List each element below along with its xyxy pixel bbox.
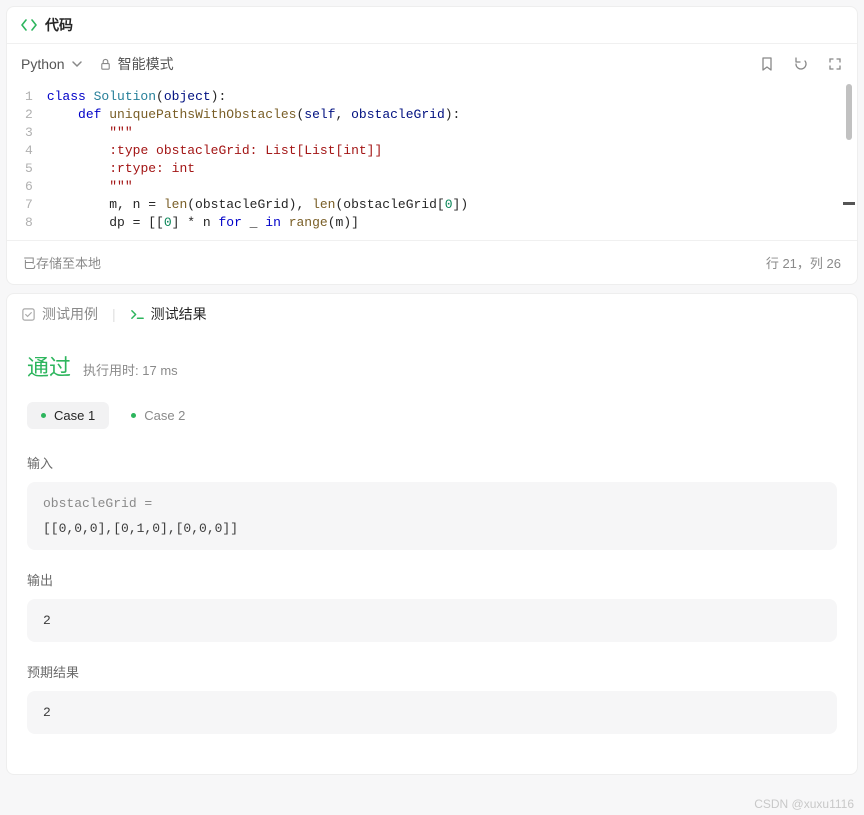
output-value: 2: [43, 613, 821, 628]
cursor-position: 行 21，列 26: [766, 253, 841, 272]
case-label: Case 2: [144, 408, 185, 423]
scrollbar-mark: [843, 202, 855, 205]
results-panel: 测试用例 | 测试结果 通过 执行用时: 17 ms Case 1Case 2 …: [6, 293, 858, 775]
terminal-icon: [130, 307, 145, 322]
language-label: Python: [21, 56, 65, 72]
pass-row: 通过 执行用时: 17 ms: [27, 350, 837, 382]
mode-label: 智能模式: [118, 54, 174, 74]
code-header: 代码: [7, 7, 857, 44]
code-content: class Solution(object): def uniquePathsW…: [47, 88, 857, 232]
expected-value: 2: [43, 705, 821, 720]
language-selector[interactable]: Python: [21, 56, 83, 72]
tab-divider: |: [112, 306, 116, 322]
code-panel: 代码 Python 智能模式 12345678: [6, 6, 858, 285]
code-title: 代码: [45, 15, 73, 35]
reset-button[interactable]: [793, 56, 809, 72]
input-box: obstacleGrid = [[0,0,0],[0,1,0],[0,0,0]]: [27, 482, 837, 550]
checklist-icon: [21, 307, 36, 322]
output-label: 输出: [27, 570, 837, 589]
mode-indicator[interactable]: 智能模式: [99, 54, 174, 74]
status-dot: [41, 413, 46, 418]
code-toolbar: Python 智能模式: [7, 44, 857, 84]
case-label: Case 1: [54, 408, 95, 423]
pass-label: 通过: [27, 350, 71, 382]
code-icon: [21, 17, 37, 33]
tab-testcase-label: 测试用例: [42, 304, 98, 324]
input-label: 输入: [27, 453, 837, 472]
results-tabs: 测试用例 | 测试结果: [7, 294, 857, 334]
output-box: 2: [27, 599, 837, 642]
input-value: [[0,0,0],[0,1,0],[0,0,0]]: [43, 521, 821, 536]
case-tab[interactable]: Case 1: [27, 402, 109, 429]
tab-result-label: 测试结果: [151, 304, 207, 324]
chevron-down-icon: [71, 58, 83, 70]
code-editor[interactable]: 12345678 class Solution(object): def uni…: [7, 84, 857, 240]
status-dot: [131, 413, 136, 418]
expected-box: 2: [27, 691, 837, 734]
case-tabs: Case 1 Case 2: [27, 402, 837, 429]
lock-icon: [99, 58, 112, 71]
input-varname: obstacleGrid =: [43, 496, 821, 511]
editor-status-bar: 已存储至本地 行 21，列 26: [7, 240, 857, 284]
line-gutter: 12345678: [7, 88, 47, 232]
save-status: 已存储至本地: [23, 253, 101, 272]
fullscreen-button[interactable]: [827, 56, 843, 72]
case-tab[interactable]: Case 2: [117, 402, 199, 429]
scrollbar-thumb[interactable]: [846, 84, 852, 140]
tab-testcase[interactable]: 测试用例: [21, 304, 98, 324]
bookmark-button[interactable]: [759, 56, 775, 72]
expected-label: 预期结果: [27, 662, 837, 681]
tab-result[interactable]: 测试结果: [130, 304, 207, 324]
editor-scrollbar[interactable]: [843, 84, 855, 240]
runtime-text: 执行用时: 17 ms: [83, 360, 178, 379]
